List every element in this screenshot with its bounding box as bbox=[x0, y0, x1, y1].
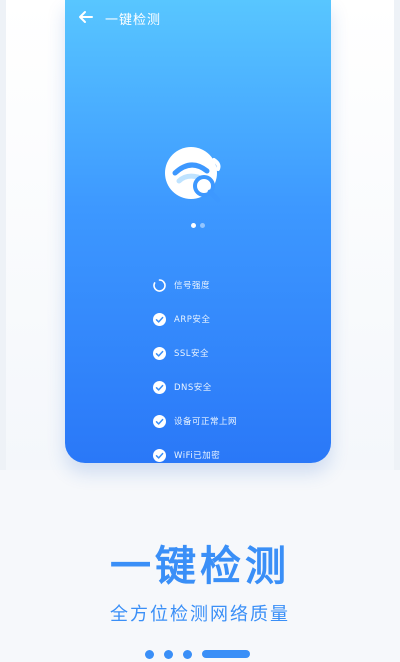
check-row-dns: DNS安全 bbox=[153, 370, 237, 404]
phone-pager bbox=[65, 223, 331, 228]
promo-headline: 一键检测 bbox=[110, 542, 290, 590]
right-edge bbox=[394, 0, 400, 470]
check-row-internet: 设备可正常上网 bbox=[153, 404, 237, 438]
onboarding-pager bbox=[145, 649, 250, 659]
check-circle-icon bbox=[153, 448, 166, 462]
pager-dot[interactable] bbox=[183, 649, 192, 659]
check-circle-icon bbox=[153, 346, 166, 360]
check-label: SSL安全 bbox=[174, 349, 210, 359]
check-label: 设备可正常上网 bbox=[174, 417, 238, 427]
check-row-signal: 信号强度 bbox=[153, 268, 237, 302]
phone-pager-dot[interactable] bbox=[200, 223, 205, 228]
phone-title: 一键检测 bbox=[105, 13, 162, 28]
phone-pager-dot[interactable] bbox=[191, 223, 196, 228]
check-circle-icon bbox=[153, 312, 166, 326]
check-circle-icon bbox=[153, 414, 166, 428]
wifi-search-icon bbox=[165, 147, 221, 203]
detection-checklist: 信号强度 ARP安全 SSL安全 DNS安全 设备可正常上网 WiFi已加密 bbox=[153, 268, 237, 463]
check-row-ssl: SSL安全 bbox=[153, 336, 237, 370]
spinner-icon bbox=[153, 278, 166, 292]
check-row-wifi-encrypted: WiFi已加密 bbox=[153, 438, 237, 463]
pager-dot[interactable] bbox=[145, 649, 154, 659]
check-label: ARP安全 bbox=[174, 315, 211, 325]
check-label: 信号强度 bbox=[174, 281, 211, 291]
phone-mockup: 一键检测 信号强度 ARP安全 SSL安全 DNS安全 设备可正常上网 WiFi… bbox=[65, 0, 331, 463]
check-label: DNS安全 bbox=[174, 383, 212, 393]
left-edge bbox=[0, 0, 6, 470]
promo-subline: 全方位检测网络质量 bbox=[110, 604, 290, 625]
pager-dot-active[interactable] bbox=[202, 650, 250, 658]
back-arrow-icon[interactable] bbox=[77, 8, 95, 26]
check-circle-icon bbox=[153, 380, 166, 394]
check-label: WiFi已加密 bbox=[174, 451, 221, 461]
pager-dot[interactable] bbox=[164, 649, 173, 659]
check-row-arp: ARP安全 bbox=[153, 302, 237, 336]
phone-header: 一键检测 bbox=[65, 0, 331, 36]
